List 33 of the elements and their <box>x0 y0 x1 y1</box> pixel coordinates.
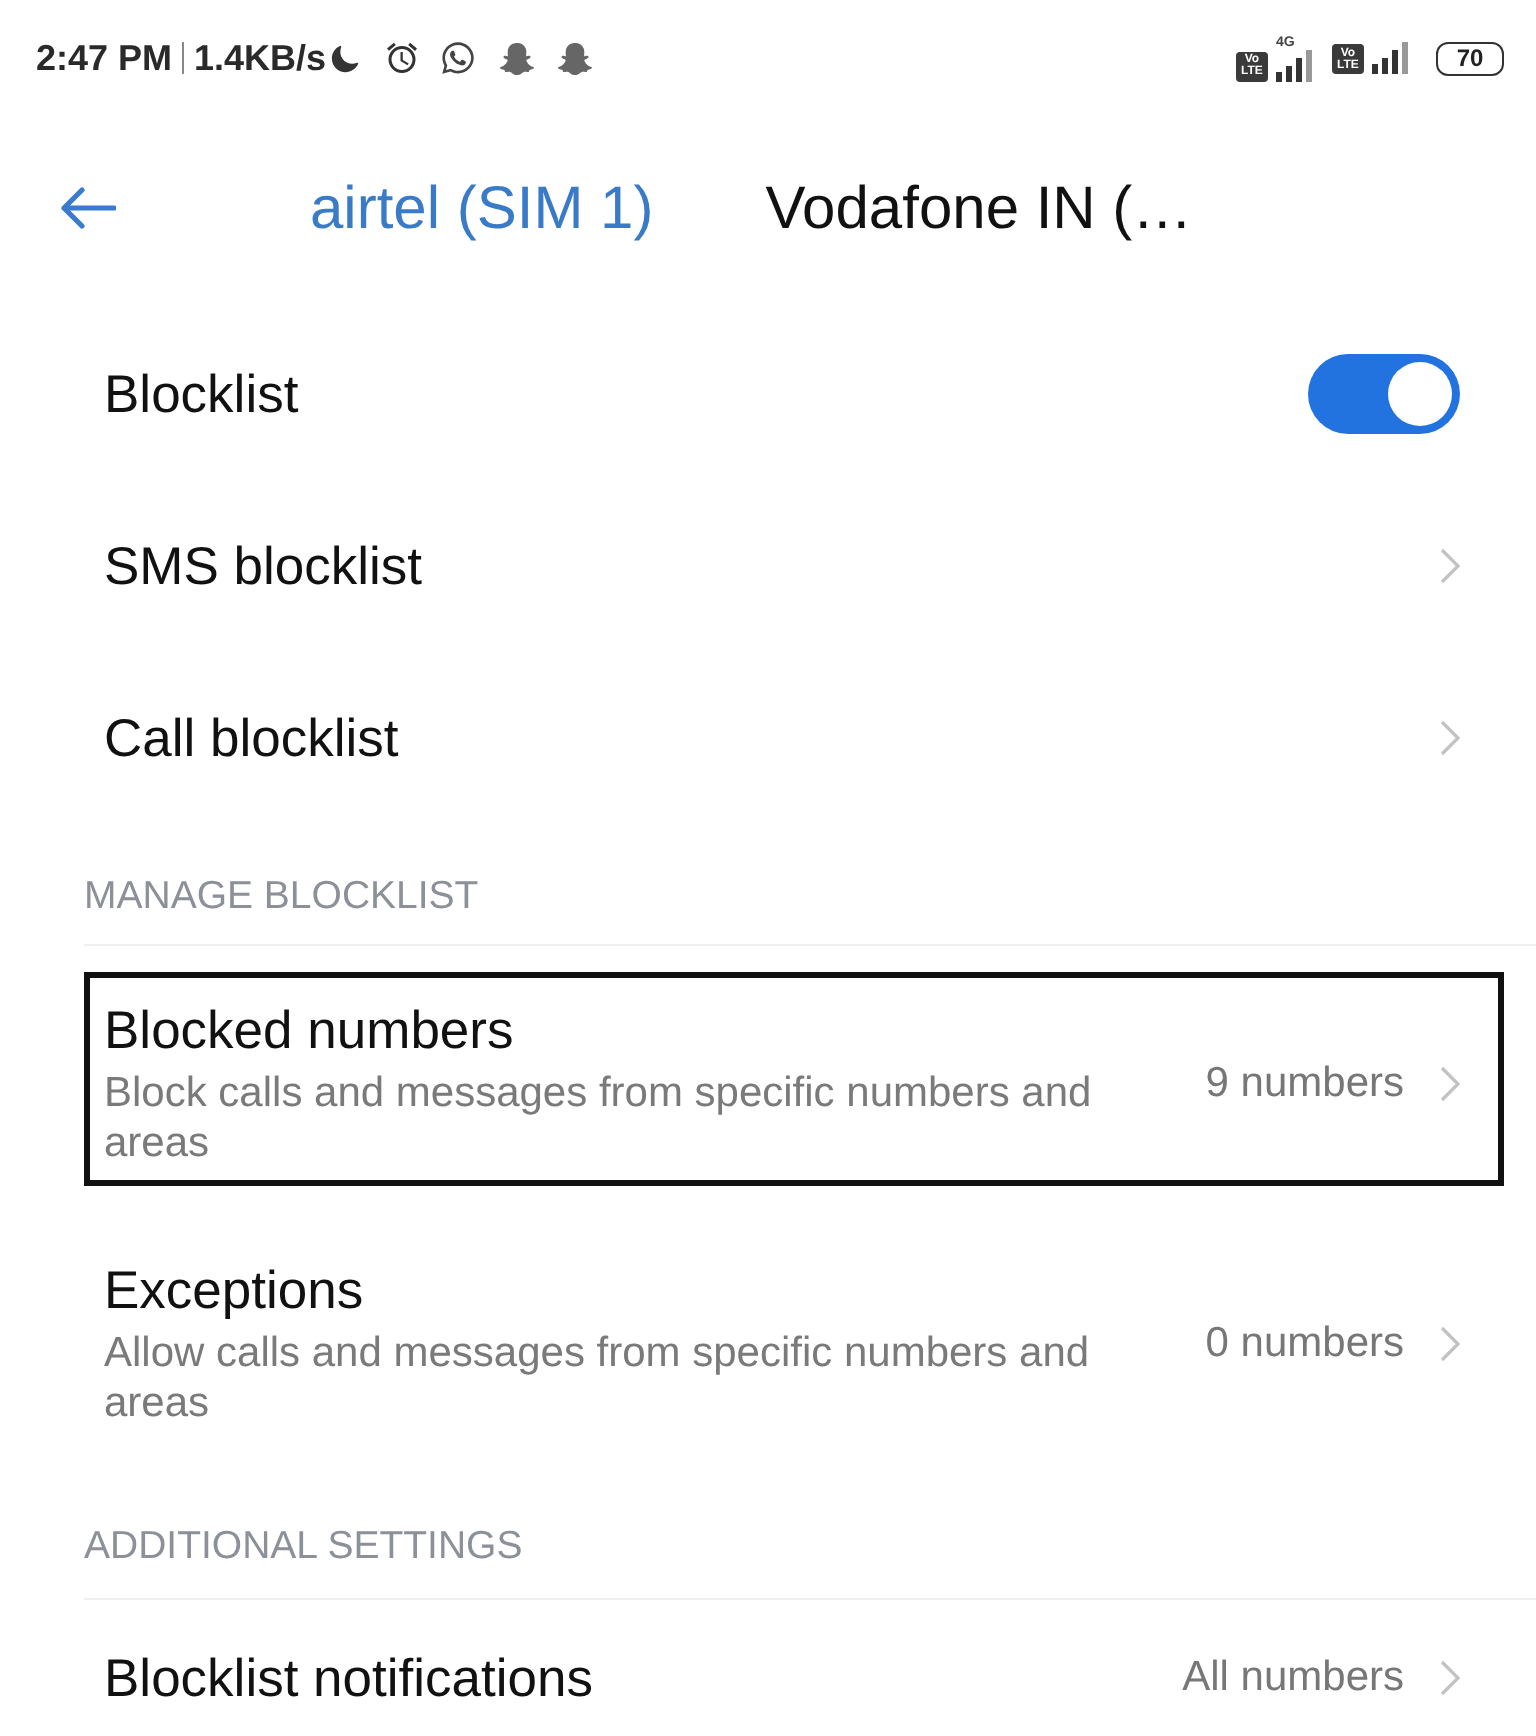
status-time: 2:47 PM <box>36 35 173 81</box>
item-description: Allow calls and messages from specific numbers and areas <box>104 1328 1092 1428</box>
item-title[interactable]: Call blocklist <box>104 708 399 768</box>
moon-icon <box>330 43 361 73</box>
item-title[interactable]: SMS blocklist <box>104 536 423 596</box>
item-title[interactable]: Exceptions <box>104 1260 364 1320</box>
ghost-icon <box>558 41 593 75</box>
sim-tab[interactable]: Vodafone IN (… <box>745 163 1213 253</box>
battery-level: 70 <box>1456 46 1484 70</box>
chevron-right-icon <box>1440 1326 1460 1362</box>
sim-tab[interactable]: airtel (SIM 1) <box>290 163 674 253</box>
alarm-clock-icon <box>384 40 421 76</box>
item-value: 9 numbers <box>1205 1058 1404 1111</box>
item-title[interactable]: Blocked numbers <box>104 1000 514 1060</box>
section-heading: MANAGE BLOCKLIST <box>84 874 479 918</box>
item-description: Block calls and messages from specific numbers and areas <box>104 1068 1094 1168</box>
item-title[interactable]: Blocklist notifications <box>104 1648 593 1708</box>
chevron-right-icon <box>1440 548 1460 584</box>
item-value: 0 numbers <box>1205 1318 1404 1371</box>
signal-icon <box>1372 42 1412 74</box>
chat-phone-icon <box>440 40 477 76</box>
chevron-right-icon <box>1440 720 1460 756</box>
chevron-right-icon <box>1440 1660 1460 1696</box>
item-title[interactable]: Blocklist <box>104 364 299 424</box>
signal-icon <box>1276 49 1316 81</box>
network-speed: 1.4KB/s <box>194 35 327 81</box>
back-arrow-icon <box>60 186 116 230</box>
toggle-switch[interactable] <box>1308 354 1460 434</box>
back-button[interactable] <box>56 182 120 234</box>
item-value: All numbers <box>1182 1652 1404 1705</box>
section-heading: ADDITIONAL SETTINGS <box>84 1524 523 1568</box>
chevron-right-icon <box>1440 1066 1460 1102</box>
ghost-icon <box>500 41 535 75</box>
